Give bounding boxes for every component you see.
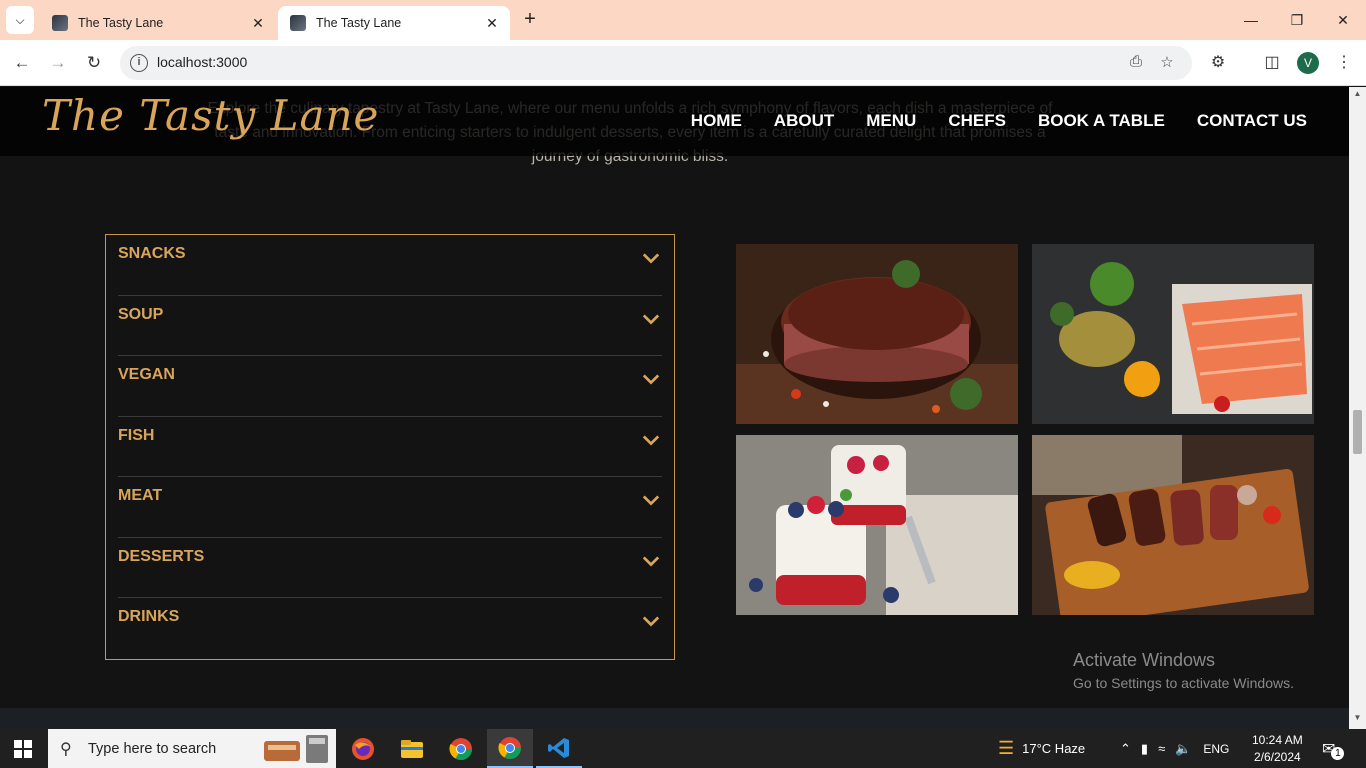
chevron-down-icon[interactable]	[642, 249, 660, 267]
accordion-label: FISH	[118, 426, 155, 444]
browser-tab-active[interactable]: The Tasty Lane ✕	[278, 6, 510, 40]
scroll-down-icon[interactable]: ▼	[1353, 713, 1362, 722]
berry-dessert-image	[736, 435, 1018, 615]
watermark-title: Activate Windows	[1073, 650, 1216, 670]
site-info-icon[interactable]: i	[130, 54, 148, 72]
accordion-item-snacks[interactable]: SNACKS	[118, 235, 662, 296]
chevron-down-icon[interactable]	[642, 552, 660, 570]
volume-icon[interactable]: 🔈	[1175, 741, 1191, 757]
haze-weather-icon: ☰	[998, 738, 1015, 758]
weather-widget[interactable]: ☰ 17°C Haze	[998, 729, 1085, 768]
close-window-button[interactable]: ✕	[1320, 0, 1366, 40]
accordion-item-meat[interactable]: MEAT	[118, 477, 662, 538]
watermark-subtitle: Go to Settings to activate Windows.	[1073, 675, 1294, 691]
new-tab-button[interactable]: +	[518, 8, 542, 32]
clock-date: 2/6/2024	[1253, 749, 1301, 764]
chrome-app-icon[interactable]	[438, 729, 484, 768]
tab-title: The Tasty Lane	[78, 16, 164, 30]
favicon-icon	[52, 15, 68, 31]
chevron-down-icon[interactable]	[642, 612, 660, 630]
vscode-app-icon[interactable]	[536, 729, 582, 768]
notification-center[interactable]: ✉ 1	[1322, 729, 1345, 768]
food-gallery	[736, 244, 1314, 615]
chevron-down-icon[interactable]	[642, 491, 660, 509]
search-icon: ⚲	[60, 740, 72, 758]
accordion-item-soup[interactable]: SOUP	[118, 296, 662, 356]
chevron-down-icon[interactable]	[642, 431, 660, 449]
close-tab-icon[interactable]: ✕	[484, 15, 500, 31]
accordion-item-vegan[interactable]: VEGAN	[118, 356, 662, 417]
browser-toolbar: ← → ↻ i localhost:3000 ⎙ ☆ ⚙ ◫ V ⋮	[0, 40, 1366, 86]
nav-chefs[interactable]: CHEFS	[948, 111, 1006, 131]
system-tray-icons: ⌃ ▮ ≈ 🔈 ENG	[1120, 729, 1229, 768]
clock-time: 10:24 AM	[1252, 732, 1303, 747]
menu-accordion: SNACKS SOUP VEGAN FISH MEAT DESSERTS DRI…	[105, 234, 675, 660]
minimize-button[interactable]: —	[1228, 0, 1274, 40]
grilled-steak-image	[736, 244, 1018, 424]
url-text[interactable]: localhost:3000	[157, 54, 247, 70]
nav-about[interactable]: ABOUT	[774, 111, 834, 131]
browser-tab-bar: ⌵ The Tasty Lane ✕ The Tasty Lane ✕ + — …	[0, 0, 1366, 40]
main-nav: HOME ABOUT MENU CHEFS BOOK A TABLE CONTA…	[691, 111, 1307, 131]
search-highlight-icon	[264, 735, 328, 763]
side-panel-icon[interactable]: ◫	[1261, 52, 1283, 74]
tab-search-button[interactable]: ⌵	[6, 6, 34, 34]
search-placeholder: Type here to search	[88, 740, 217, 757]
close-tab-icon[interactable]: ✕	[250, 15, 266, 31]
clock[interactable]: 10:24 AM 2/6/2024	[1252, 729, 1303, 768]
notification-count: 1	[1331, 747, 1345, 760]
favicon-icon	[290, 15, 306, 31]
nav-menu[interactable]: MENU	[866, 111, 916, 131]
web-page: Explore the culinary tapestry at Tasty L…	[0, 87, 1349, 708]
forward-button[interactable]: →	[45, 50, 71, 76]
reload-button[interactable]: ↻	[81, 50, 107, 76]
wifi-icon[interactable]: ≈	[1158, 741, 1165, 756]
address-bar[interactable]: i localhost:3000 ⎙ ☆	[120, 46, 1192, 80]
salmon-fillet-image	[1032, 244, 1314, 424]
scroll-thumb[interactable]	[1353, 410, 1362, 454]
firefox-app-icon[interactable]	[340, 729, 386, 768]
accordion-label: SOUP	[118, 305, 164, 323]
install-app-icon[interactable]: ⎙	[1126, 53, 1146, 73]
scroll-up-icon[interactable]: ▲	[1353, 89, 1362, 98]
site-header: The Tasty Lane HOME ABOUT MENU CHEFS BOO…	[0, 87, 1349, 156]
chevron-down-icon[interactable]	[642, 370, 660, 388]
nav-book-a-table[interactable]: BOOK A TABLE	[1038, 111, 1165, 131]
accordion-item-desserts[interactable]: DESSERTS	[118, 538, 662, 598]
windows-taskbar: ⚲ Type here to search ☰ 17°C Haze ⌃ ▮ ≈ …	[0, 729, 1366, 768]
file-explorer-app-icon[interactable]	[389, 729, 435, 768]
accordion-label: DESSERTS	[118, 547, 205, 565]
site-logo[interactable]: The Tasty Lane	[42, 91, 379, 140]
taskbar-search-box[interactable]: ⚲ Type here to search	[48, 729, 336, 768]
sliced-steak-board-image	[1032, 435, 1314, 615]
tab-title: The Tasty Lane	[316, 16, 402, 30]
chevron-up-icon[interactable]: ⌃	[1120, 741, 1131, 757]
nav-contact-us[interactable]: CONTACT US	[1197, 111, 1307, 131]
accordion-label: SNACKS	[118, 245, 186, 262]
nav-home[interactable]: HOME	[691, 111, 742, 131]
accordion-item-fish[interactable]: FISH	[118, 417, 662, 477]
chrome-active-app-icon[interactable]	[487, 729, 533, 768]
chevron-down-icon[interactable]	[642, 310, 660, 328]
weather-text: 17°C Haze	[1022, 741, 1086, 756]
bookmark-star-icon[interactable]: ☆	[1157, 53, 1177, 73]
windows-start-icon[interactable]	[14, 740, 32, 758]
language-indicator[interactable]: ENG	[1203, 742, 1229, 756]
page-footer-strip	[0, 708, 1349, 729]
activate-windows-watermark: Activate Windows Go to Settings to activ…	[1073, 650, 1294, 691]
more-menu-icon[interactable]: ⋮	[1333, 52, 1355, 74]
back-button[interactable]: ←	[9, 50, 35, 76]
accordion-label: VEGAN	[118, 366, 175, 383]
extensions-icon[interactable]: ⚙	[1207, 52, 1229, 74]
profile-avatar[interactable]: V	[1297, 52, 1319, 74]
accordion-item-drinks[interactable]: DRINKS	[118, 598, 662, 659]
accordion-label: MEAT	[118, 487, 163, 504]
restore-button[interactable]: ❐	[1274, 0, 1320, 40]
page-scrollbar[interactable]: ▲ ▼	[1349, 87, 1366, 729]
battery-icon[interactable]: ▮	[1141, 741, 1148, 757]
browser-tab[interactable]: The Tasty Lane ✕	[40, 6, 276, 40]
accordion-label: DRINKS	[118, 608, 180, 625]
